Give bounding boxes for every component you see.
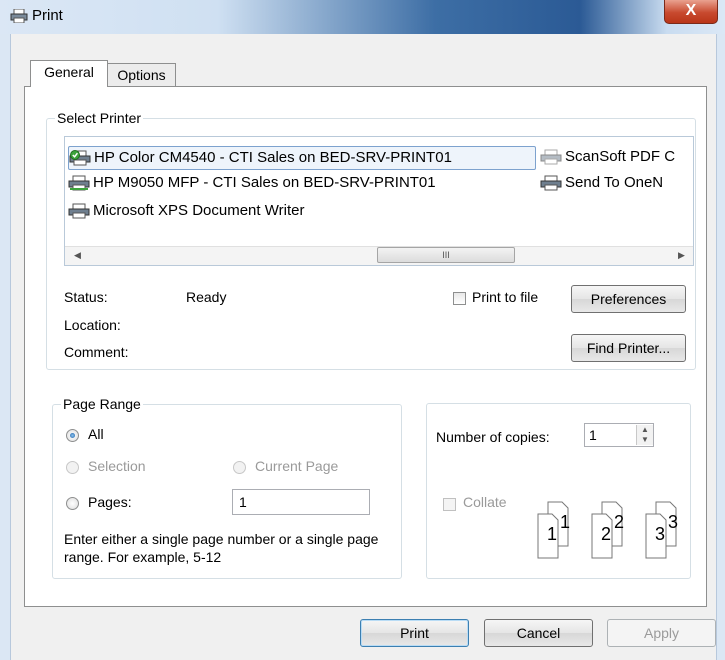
- comment-label: Comment:: [64, 344, 129, 360]
- collate-page-number: 3: [668, 512, 679, 532]
- print-button[interactable]: Print: [360, 619, 469, 647]
- number-of-copies-label: Number of copies:: [436, 429, 550, 445]
- collate-checkbox[interactable]: [443, 498, 456, 511]
- printer-name: HP Color CM4540 - CTI Sales on BED-SRV-P…: [94, 149, 452, 166]
- all-label[interactable]: All: [88, 426, 104, 442]
- scroll-thumb[interactable]: III: [377, 247, 515, 263]
- printer-name: Microsoft XPS Document Writer: [93, 202, 305, 219]
- page-range-hint: Enter either a single page number or a s…: [64, 531, 379, 565]
- window-frame-left: [0, 34, 11, 660]
- print-to-file-label[interactable]: Print to file: [472, 289, 538, 305]
- printer-icon: [540, 149, 562, 165]
- pages-input[interactable]: 1: [232, 489, 370, 515]
- scroll-left-arrow-icon[interactable]: ◀: [74, 250, 81, 261]
- find-printer-button[interactable]: Find Printer...: [571, 334, 686, 362]
- select-printer-legend: Select Printer: [57, 110, 142, 126]
- copies-spinner[interactable]: ▲ ▼: [636, 425, 653, 445]
- copies-value: 1: [589, 427, 597, 443]
- current-page-label[interactable]: Current Page: [255, 458, 338, 474]
- collate-page-number: 2: [601, 524, 612, 544]
- spin-down-icon[interactable]: ▼: [641, 435, 649, 444]
- printer-icon: [10, 8, 28, 24]
- collate-page-number: 1: [560, 512, 571, 532]
- collate-page-number: 2: [614, 512, 625, 532]
- scroll-right-arrow-icon[interactable]: ▶: [678, 250, 685, 261]
- tab-general[interactable]: General: [30, 60, 108, 87]
- printer-item-onenote[interactable]: Send To OneN: [540, 172, 663, 194]
- status-value: Ready: [186, 289, 227, 305]
- window-title: Print: [32, 7, 63, 24]
- apply-button[interactable]: Apply: [607, 619, 716, 647]
- print-to-file-checkbox[interactable]: [453, 292, 466, 305]
- all-radio[interactable]: [66, 429, 79, 442]
- close-icon: X: [685, 2, 697, 19]
- printer-icon: [540, 175, 562, 191]
- printer-item-scansoft[interactable]: ScanSoft PDF C: [540, 146, 675, 168]
- current-page-radio[interactable]: [233, 461, 246, 474]
- pages-label[interactable]: Pages:: [88, 494, 132, 510]
- grip-icon: III: [442, 250, 450, 260]
- window-frame-right: [716, 34, 725, 660]
- printer-item-hp-color[interactable]: HP Color CM4540 - CTI Sales on BED-SRV-P…: [68, 146, 536, 170]
- close-button[interactable]: X: [664, 0, 718, 24]
- tab-options[interactable]: Options: [107, 63, 176, 87]
- printer-icon: [68, 203, 90, 219]
- printer-item-hp-m9050[interactable]: HP M9050 MFP - CTI Sales on BED-SRV-PRIN…: [68, 172, 436, 194]
- pages-radio[interactable]: [66, 497, 79, 510]
- printer-name: ScanSoft PDF C: [565, 148, 676, 165]
- cancel-button[interactable]: Cancel: [484, 619, 593, 647]
- collate-page-number: 1: [547, 524, 558, 544]
- status-label: Status:: [64, 289, 108, 305]
- printer-item-xps[interactable]: Microsoft XPS Document Writer: [68, 200, 304, 222]
- preferences-button[interactable]: Preferences: [571, 285, 686, 313]
- selection-radio[interactable]: [66, 461, 79, 474]
- default-printer-icon: [69, 150, 91, 166]
- title-bar[interactable]: [0, 0, 725, 34]
- network-printer-icon: [68, 175, 90, 191]
- page-range-legend: Page Range: [63, 396, 141, 412]
- spin-up-icon[interactable]: ▲: [641, 425, 649, 434]
- selection-label[interactable]: Selection: [88, 458, 146, 474]
- collate-page-number: 3: [655, 524, 666, 544]
- location-label: Location:: [64, 317, 121, 333]
- collate-label[interactable]: Collate: [463, 494, 507, 510]
- printer-name: HP M9050 MFP - CTI Sales on BED-SRV-PRIN…: [93, 174, 436, 191]
- printer-name: Send To OneN: [565, 174, 664, 191]
